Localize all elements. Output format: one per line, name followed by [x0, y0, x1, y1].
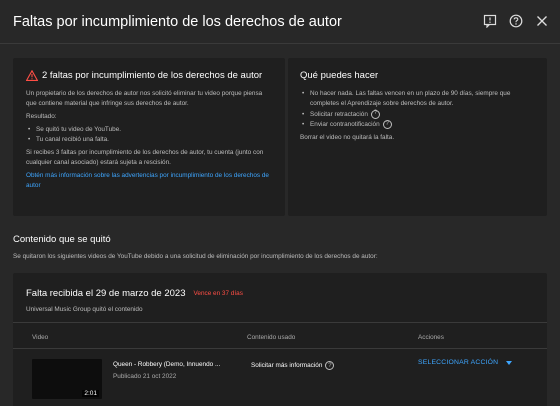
- removed-content-description: Se quitaron los siguientes videos de You…: [13, 253, 378, 260]
- header-icons: [482, 13, 550, 29]
- video-published-date: Publicado 21 oct 2022: [113, 373, 177, 380]
- dialog-title: Faltas por incumplimiento de los derecho…: [13, 13, 342, 30]
- result-item: Tu canal recibió una falta.: [26, 135, 272, 146]
- strike-summary-heading: 2 faltas por incumplimiento de los derec…: [26, 70, 272, 81]
- options-title: Qué puedes hacer: [300, 70, 379, 81]
- option-counter-notification[interactable]: Enviar contranotificación?: [300, 119, 535, 131]
- caret-down-icon: [506, 360, 513, 365]
- video-duration: 2:01: [82, 390, 99, 397]
- video-title[interactable]: Queen - Robbery (Demo, Innuendo ...: [113, 361, 220, 368]
- help-icon[interactable]: ?: [370, 109, 380, 119]
- divider: [13, 348, 547, 349]
- close-icon[interactable]: [534, 13, 550, 29]
- request-info-link[interactable]: Solicitar más información ?: [251, 361, 335, 370]
- feedback-icon[interactable]: [482, 13, 498, 29]
- column-header-actions: Acciones: [418, 334, 444, 341]
- options-list: No hacer nada. Las faltas vencen en un p…: [300, 89, 535, 131]
- termination-warning: Si recibes 3 faltas por incumplimiento d…: [26, 149, 264, 167]
- removed-content-title: Contenido que se quitó: [13, 234, 111, 245]
- warning-icon: [26, 70, 38, 81]
- column-header-video: Video: [32, 334, 49, 341]
- option-label: Solicitar retractación: [310, 110, 368, 118]
- strike-summary-card: 2 faltas por incumplimiento de los derec…: [13, 58, 285, 216]
- learn-more-link[interactable]: Obtén más información sobre las adverten…: [26, 171, 272, 191]
- dialog-content: 2 faltas por incumplimiento de los derec…: [0, 44, 560, 406]
- request-info-label: Solicitar más información: [251, 362, 323, 369]
- strike-summary-title: 2 faltas por incumplimiento de los derec…: [42, 70, 263, 81]
- strike-intro: Un propietario de los derechos de autor …: [26, 90, 263, 107]
- option-do-nothing: No hacer nada. Las faltas vencen en un p…: [300, 89, 535, 110]
- expiry-badge: Vence en 37 días: [193, 290, 243, 297]
- delete-note: Borrar el video no quitará la falta.: [300, 134, 395, 142]
- strike-card: Falta recibida el 29 de marzo de 2023 Ve…: [13, 273, 547, 406]
- dialog-header: Faltas por incumplimiento de los derecho…: [0, 0, 560, 44]
- options-card: Qué puedes hacer No hacer nada. Las falt…: [288, 58, 547, 216]
- help-icon[interactable]: ?: [382, 119, 392, 129]
- divider: [13, 322, 547, 323]
- option-label: Enviar contranotificación: [310, 121, 380, 129]
- column-header-content-used: Contenido usado: [247, 334, 296, 341]
- option-request-retraction[interactable]: Solicitar retractación?: [300, 109, 535, 120]
- strike-header: Falta recibida el 29 de marzo de 2023 Ve…: [26, 288, 243, 299]
- result-item: Se quitó tu video de YouTube.: [26, 125, 272, 136]
- help-icon[interactable]: [508, 13, 524, 29]
- help-icon[interactable]: ?: [325, 361, 335, 370]
- result-list: Se quitó tu video de YouTube. Tu canal r…: [26, 125, 272, 146]
- claimant-text: Universal Music Group quitó el contenido: [26, 306, 143, 313]
- video-thumbnail[interactable]: 2:01: [32, 359, 102, 399]
- result-label: Resultado:: [26, 112, 57, 120]
- strike-date-title: Falta recibida el 29 de marzo de 2023: [26, 288, 186, 299]
- select-action-label: SELECCIONAR ACCIÓN: [418, 359, 499, 366]
- select-action-dropdown[interactable]: SELECCIONAR ACCIÓN: [418, 359, 513, 366]
